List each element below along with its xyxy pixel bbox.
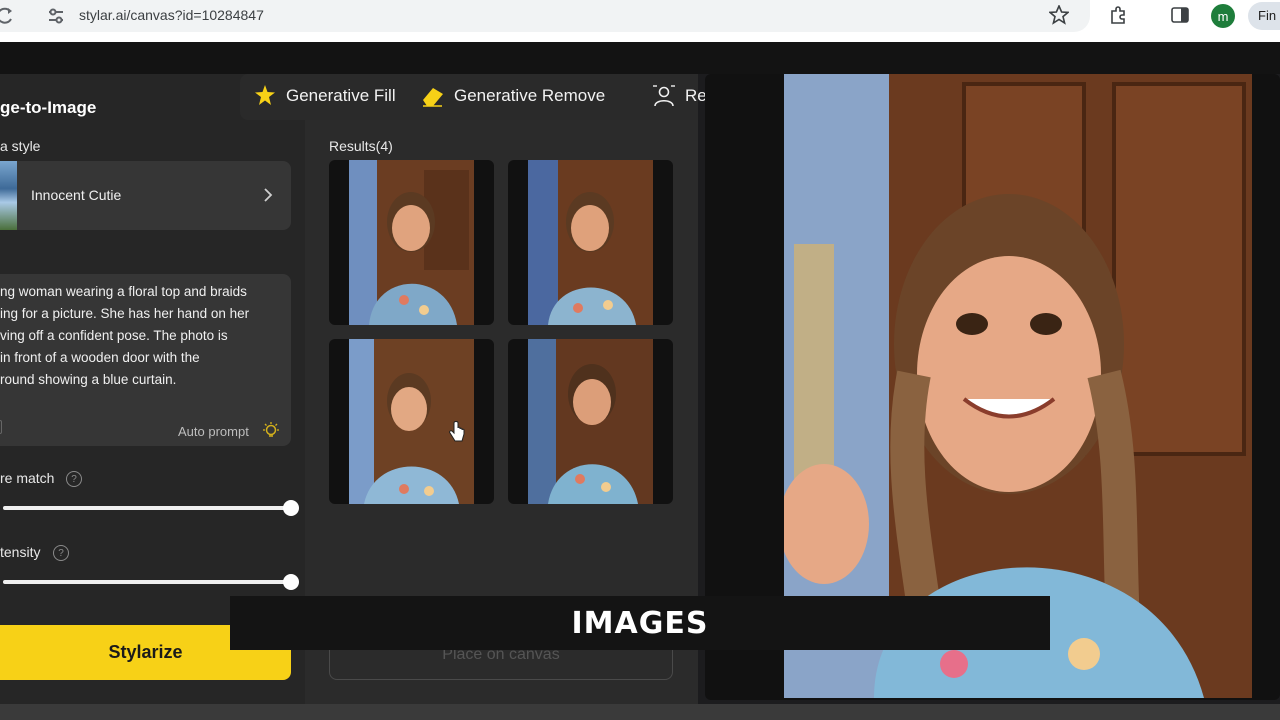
intensity-slider[interactable]	[3, 580, 291, 584]
prompt-line: in front of a wooden door with the	[0, 350, 200, 365]
person-cutout-icon	[653, 85, 675, 107]
profile-avatar[interactable]: m	[1211, 4, 1235, 28]
result-image	[528, 339, 653, 504]
structure-match-slider-handle[interactable]	[283, 500, 299, 516]
caption-text: IMAGES	[571, 605, 709, 641]
prompt-line: ving off a confident pose. The photo is	[0, 328, 228, 343]
reload-icon[interactable]	[0, 6, 16, 26]
result-thumbnail[interactable]	[329, 339, 494, 504]
style-name: Innocent Cutie	[31, 187, 122, 203]
prompt-line: ing for a picture. She has her hand on h…	[0, 306, 250, 321]
intensity-slider-handle[interactable]	[283, 574, 299, 590]
tool-label: Generative Remove	[454, 86, 606, 105]
result-image	[349, 160, 474, 325]
app-header	[0, 42, 1280, 74]
tool-label: Re	[685, 86, 707, 105]
sidebar-title: ge-to-Image	[0, 98, 97, 117]
generative-fill-tool[interactable]: Generative Fill	[254, 84, 396, 108]
slider-label-intensity: tensity	[0, 544, 41, 560]
style-section-label: a style	[0, 138, 41, 154]
result-image	[349, 339, 474, 504]
prompt-line: round showing a blue curtain.	[0, 372, 177, 387]
slider-label-structure-match: re match	[0, 470, 55, 486]
help-icon[interactable]: ?	[66, 471, 82, 487]
help-icon[interactable]: ?	[53, 545, 69, 561]
result-thumbnail[interactable]	[508, 160, 673, 325]
auto-prompt-label[interactable]: Auto prompt	[178, 424, 249, 439]
remove-background-tool[interactable]: Re	[651, 84, 707, 108]
eraser-icon	[423, 88, 443, 107]
result-thumbnail[interactable]	[508, 339, 673, 504]
bookmark-star-icon[interactable]	[1049, 5, 1069, 25]
chevron-right-icon	[264, 188, 273, 202]
prompt-counter-edge	[0, 420, 2, 434]
bottom-strip	[0, 704, 1280, 720]
prompt-text[interactable]: ng woman wearing a floral top and braids…	[0, 281, 285, 391]
finish-update-button[interactable]: Fin	[1248, 2, 1280, 30]
extensions-icon[interactable]	[1108, 5, 1128, 25]
site-settings-icon[interactable]	[47, 8, 65, 24]
generative-remove-tool[interactable]: Generative Remove	[420, 84, 605, 108]
side-panel-icon[interactable]	[1170, 5, 1190, 25]
result-image	[528, 160, 653, 325]
prompt-line: ng woman wearing a floral top and braids	[0, 284, 247, 299]
style-thumbnail	[0, 161, 17, 230]
star-wand-icon	[255, 85, 275, 105]
results-label: Results(4)	[329, 138, 393, 154]
lightbulb-icon[interactable]	[261, 421, 281, 441]
structure-match-slider[interactable]	[3, 506, 291, 510]
url-text[interactable]: stylar.ai/canvas?id=10284847	[79, 7, 264, 23]
result-thumbnail[interactable]	[329, 160, 494, 325]
hand-cursor-icon	[449, 421, 465, 442]
video-caption: IMAGES	[230, 596, 1050, 650]
tool-label: Generative Fill	[286, 86, 396, 105]
browser-bottom-strip	[0, 32, 1280, 42]
